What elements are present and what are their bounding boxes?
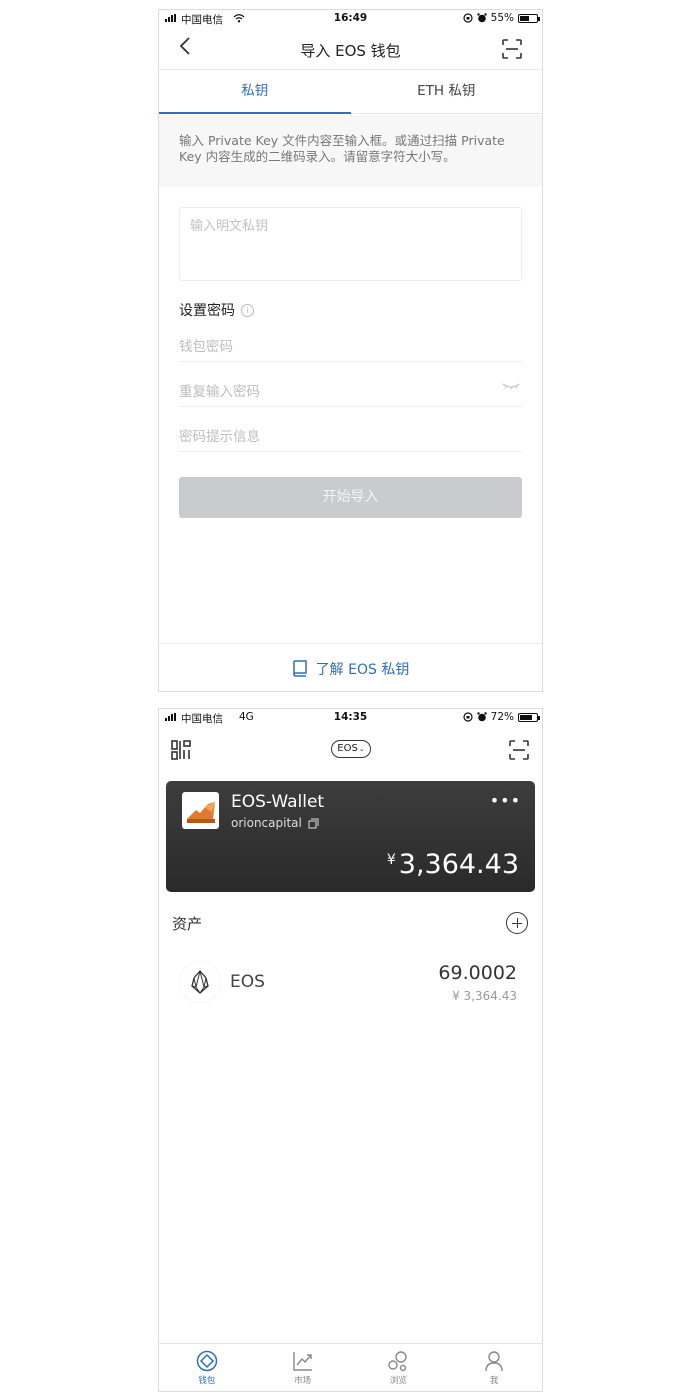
alarm-icon bbox=[476, 712, 487, 722]
private-key-input[interactable]: 输入明文私钥 bbox=[179, 207, 522, 281]
tab-browse[interactable]: 浏览 bbox=[351, 1344, 447, 1391]
more-options-icon[interactable]: ••• bbox=[490, 791, 521, 810]
chain-selector-label: EOS bbox=[337, 743, 358, 754]
chevron-down-icon: ⌄ bbox=[358, 745, 365, 753]
book-icon bbox=[292, 660, 307, 677]
alarm-icon bbox=[476, 13, 487, 23]
password-hint-placeholder: 密码提示信息 bbox=[179, 429, 260, 445]
asset-amount: 69.0002 bbox=[438, 962, 517, 984]
browse-bubbles-icon bbox=[388, 1351, 408, 1372]
info-icon[interactable]: i bbox=[241, 303, 254, 317]
repeat-password-field[interactable]: 重复输入密码 bbox=[179, 362, 522, 407]
tab-browse-label: 浏览 bbox=[389, 1376, 407, 1386]
tab-me[interactable]: 我 bbox=[446, 1344, 542, 1391]
wallet-logo bbox=[182, 792, 219, 829]
add-asset-icon[interactable] bbox=[506, 912, 528, 934]
wallet-home-screen: 中国电信 4G 14:35 72% EOS⌄ EOS-Wallet orionc… bbox=[158, 708, 543, 1392]
repeat-password-placeholder: 重复输入密码 bbox=[179, 384, 260, 400]
page-title: 导入 EOS 钱包 bbox=[300, 42, 401, 60]
tab-me-label: 我 bbox=[489, 1376, 499, 1386]
battery-percent: 72% bbox=[490, 711, 514, 723]
scan-icon bbox=[502, 39, 522, 59]
import-wallet-screen: 中国电信 16:49 55% 导入 EOS 钱包 私钥 ETH 私钥 输入 Pr… bbox=[158, 9, 543, 692]
key-type-tabs: 私钥 ETH 私钥 bbox=[159, 70, 542, 114]
learn-private-key-link[interactable]: 了解 EOS 私钥 bbox=[159, 643, 542, 691]
tab-eth-private-key[interactable]: ETH 私钥 bbox=[351, 70, 543, 113]
wallet-password-placeholder: 钱包密码 bbox=[179, 339, 233, 355]
scan-button[interactable] bbox=[502, 39, 522, 63]
wallet-tab-icon bbox=[196, 1350, 218, 1372]
wallet-total-balance: ¥ 3,364.43 bbox=[387, 849, 519, 880]
import-hint-text: 输入 Private Key 文件内容至输入框。或通过扫描 Private Ke… bbox=[159, 115, 542, 187]
password-hint-field[interactable]: 密码提示信息 bbox=[179, 407, 522, 452]
learn-private-key-label: 了解 EOS 私钥 bbox=[315, 661, 410, 678]
asset-fiat-value: ¥ 3,364.43 bbox=[452, 989, 517, 1003]
receive-qr-button[interactable] bbox=[171, 740, 191, 764]
assets-heading: 资产 bbox=[172, 915, 203, 933]
wallet-password-field[interactable]: 钱包密码 bbox=[179, 317, 522, 362]
asset-symbol: EOS bbox=[230, 972, 265, 992]
tab-private-key[interactable]: 私钥 bbox=[159, 70, 351, 114]
list-item[interactable]: EOS 69.0002 ¥ 3,364.43 bbox=[159, 954, 542, 1014]
scan-button[interactable] bbox=[509, 740, 529, 764]
tab-market[interactable]: 市场 bbox=[255, 1344, 351, 1391]
bottom-tab-bar: 钱包 市场 浏览 我 bbox=[159, 1343, 542, 1391]
eos-token-icon bbox=[180, 962, 220, 1002]
orientation-lock-icon bbox=[463, 712, 473, 722]
tab-market-label: 市场 bbox=[294, 1376, 312, 1386]
status-bar: 中国电信 4G 14:35 72% bbox=[159, 709, 542, 727]
wallet-logo-icon bbox=[187, 802, 215, 823]
qr-code-icon bbox=[171, 740, 191, 760]
orientation-lock-icon bbox=[463, 13, 473, 23]
eye-closed-icon[interactable] bbox=[502, 382, 520, 390]
scan-icon bbox=[509, 740, 529, 760]
copy-icon[interactable] bbox=[308, 818, 319, 829]
wallet-account-name: orioncapital bbox=[231, 816, 302, 830]
chain-selector[interactable]: EOS⌄ bbox=[331, 740, 371, 758]
wallet-total-value: 3,364.43 bbox=[398, 849, 519, 880]
navigation-bar: 导入 EOS 钱包 bbox=[159, 28, 542, 70]
status-bar: 中国电信 16:49 55% bbox=[159, 10, 542, 28]
wallet-card[interactable]: EOS-Wallet orioncapital ••• ¥ 3,364.43 bbox=[166, 781, 535, 892]
wallet-top-bar: EOS⌄ bbox=[159, 727, 542, 771]
wallet-name: EOS-Wallet bbox=[231, 792, 325, 812]
wallet-account: orioncapital bbox=[231, 816, 319, 830]
currency-symbol: ¥ bbox=[386, 852, 396, 868]
start-import-button[interactable]: 开始导入 bbox=[179, 477, 522, 518]
tab-wallet-label: 钱包 bbox=[198, 1376, 216, 1386]
user-icon bbox=[485, 1351, 503, 1372]
battery-percent: 55% bbox=[490, 12, 514, 24]
battery-icon bbox=[518, 13, 540, 23]
tab-wallet[interactable]: 钱包 bbox=[159, 1344, 255, 1391]
battery-icon bbox=[518, 712, 540, 722]
market-chart-icon bbox=[292, 1352, 312, 1371]
